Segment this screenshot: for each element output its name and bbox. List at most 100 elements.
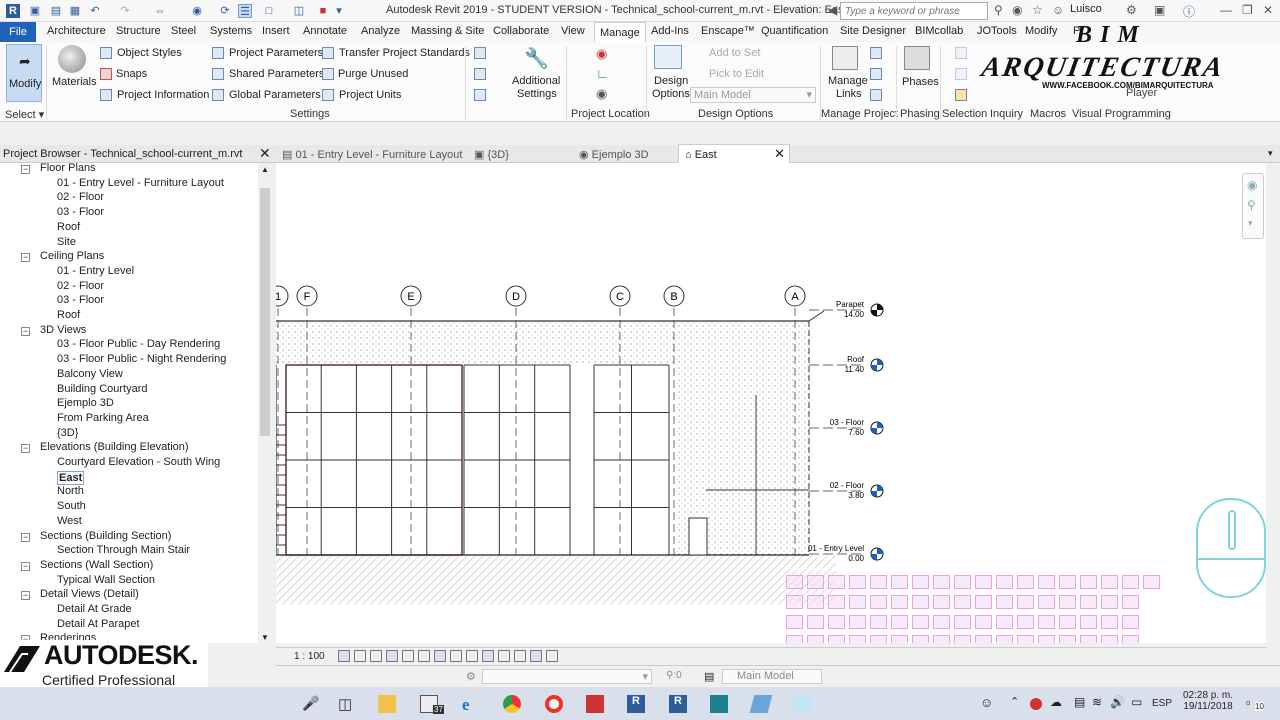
tab-quantification[interactable]: Quantification [761,25,828,37]
battery-icon[interactable]: ▭ [1131,695,1149,713]
browser-view-item[interactable]: 02 - Floor [57,280,104,292]
tab-collaborate[interactable]: Collaborate [493,25,549,37]
level-name[interactable]: Parapet [836,300,865,309]
browser-view-item[interactable]: Detail At Grade [57,603,132,615]
tab-steel[interactable]: Steel [171,25,196,37]
minimize-icon[interactable]: — [1220,3,1232,17]
tab-annotate[interactable]: Annotate [303,25,347,37]
shared-parameters-button[interactable]: Shared Parameters [229,68,324,80]
level-name[interactable]: 02 - Floor [830,481,865,490]
search-input[interactable] [840,2,988,20]
navbar-menu-icon[interactable]: ▾ [1248,218,1253,229]
worksharing-icon[interactable] [482,650,494,662]
tab-architecture[interactable]: Architecture [47,25,106,37]
tray-up-icon[interactable]: ⌃ [1010,695,1028,713]
analytical-icon[interactable] [498,650,510,662]
tab-structure[interactable]: Structure [116,25,161,37]
zoom-icon[interactable]: ⚲ [1247,198,1256,212]
east-elevation[interactable]: 1 F E D C B A Parapet14.00 Roof11.40 03 - Floor7… [276,163,1266,643]
edge-icon[interactable]: e [462,695,480,714]
sync-icon[interactable]: ⟳ [218,4,232,18]
close-tab-icon[interactable]: ✕ [774,146,785,162]
temporary-hide-icon[interactable] [434,650,446,662]
temporary-view-icon[interactable] [466,650,478,662]
browser-view-item[interactable]: North [57,485,84,497]
view-tab-1[interactable]: ▤ 01 - Entry Level - Furniture Layout [282,148,462,161]
coordinates-icon[interactable]: ∟ [596,66,609,81]
tree-toggle-icon[interactable]: − [21,165,30,174]
scroll-arrow-icon[interactable]: ◀ [828,3,837,17]
phases-icon[interactable] [904,46,930,70]
view-scale[interactable]: 1 : 100 [294,651,325,662]
edit-selection-icon[interactable] [955,89,967,101]
snaps-button[interactable]: Snaps [116,68,147,80]
close-icon[interactable]: ✕ [1263,3,1273,17]
browser-view-item[interactable]: Roof [57,309,80,321]
browser-view-item[interactable]: East [57,470,85,485]
customize-qat-icon[interactable]: ▾ [332,4,346,18]
tab-manage[interactable]: Manage [594,22,646,42]
tree-toggle-icon[interactable]: − [21,591,30,601]
browser-view-item[interactable]: 01 - Entry Level [57,265,134,277]
object-styles-button[interactable]: Object Styles [117,47,182,59]
browser-view-item[interactable]: 03 - Floor [57,294,104,306]
app-icon[interactable] [586,695,604,713]
language-indicator[interactable]: ESP [1152,698,1172,709]
browser-view-item[interactable]: Section Through Main Stair [57,544,190,556]
browser-scrollbar[interactable]: ▲ ▼ [258,163,272,643]
browser-view-item[interactable]: Balcony View [57,368,123,380]
tree-toggle-icon[interactable]: − [21,326,30,336]
position-icon[interactable]: ◉ [596,86,607,102]
screen-recorder-icon[interactable] [710,695,728,713]
tree-toggle-icon[interactable]: − [21,561,30,571]
level-name[interactable]: 01 - Entry Level [808,544,864,553]
scroll-thumb[interactable] [260,188,270,436]
materials-label[interactable]: Materials [52,76,97,88]
browser-view-item[interactable]: Site [57,236,76,248]
shadows-icon[interactable] [386,650,398,662]
wrench-icon[interactable]: 🔧 [524,46,549,71]
tree-toggle-icon[interactable]: − [21,532,30,542]
tray-app-icon[interactable] [1030,698,1042,710]
constraints-icon[interactable] [530,650,542,662]
browser-view-item[interactable]: {3D} [57,427,78,439]
browser-view-item[interactable]: 03 - Floor Public - Night Rendering [57,353,226,365]
load-selection-icon[interactable] [955,68,967,80]
revit-taskbar-icon[interactable]: R [627,695,645,713]
browser-close-icon[interactable]: ✕ [259,145,271,162]
browser-category[interactable]: Sections (Wall Section) [40,559,153,571]
clock[interactable]: 02:28 p. m. 19/11/2018 [1180,690,1236,712]
redo-icon[interactable]: ↷ [118,4,132,18]
tab-massing-site[interactable]: Massing & Site [411,25,484,37]
browser-view-item[interactable]: 02 - Floor [57,191,104,203]
pick-to-edit-button[interactable]: Pick to Edit [709,68,764,80]
design-options-icon[interactable] [654,45,682,69]
save-selection-icon[interactable] [955,47,967,59]
scroll-up-icon[interactable]: ▲ [261,165,269,174]
design-options-line1[interactable]: Design [654,75,688,87]
undo-icon[interactable]: ↶ [88,4,102,18]
browser-view-item[interactable]: From Parking Area [57,412,149,424]
design-option-select[interactable]: Main Model ▾ [690,87,816,103]
close-hidden-icon[interactable]: □ [262,4,276,18]
scroll-down-icon[interactable]: ▼ [261,633,269,642]
manage-links-line2[interactable]: Links [836,88,862,100]
network-icon[interactable]: ▤ [1074,695,1092,713]
tab-site-designer[interactable]: Site Designer [840,25,906,37]
tab-insert[interactable]: Insert [262,25,290,37]
thin-lines-icon[interactable]: ☰ [238,4,252,18]
manage-links-line1[interactable]: Manage [828,75,868,87]
browser-view-item[interactable]: South [57,500,86,512]
structural-settings-icon[interactable] [474,47,486,59]
user-icon[interactable]: ☺ [1052,3,1064,17]
tab-file[interactable]: File [0,22,36,42]
browser-view-item[interactable]: Ejemplo 3D [57,397,114,409]
save-icon[interactable]: ▦ [68,4,82,18]
tab-view[interactable]: View [561,25,585,37]
location-icon[interactable]: ◉ [596,46,607,62]
mail-icon[interactable]: 37 [420,695,444,714]
browser-category[interactable]: Detail Views (Detail) [40,588,139,600]
sun-path-icon[interactable] [370,650,382,662]
browser-view-item[interactable]: West [57,515,82,527]
people-icon[interactable]: ☺ [980,695,998,713]
